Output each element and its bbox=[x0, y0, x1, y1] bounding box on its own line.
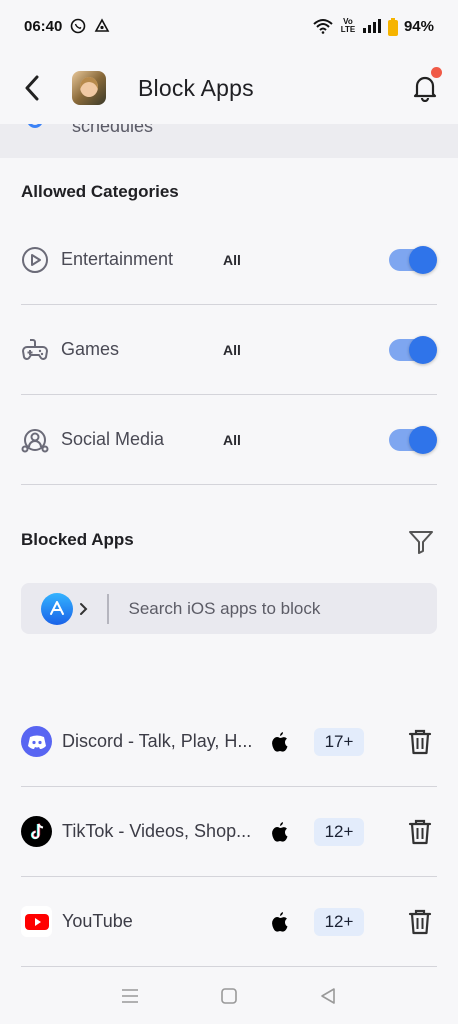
toggle-knob bbox=[409, 425, 437, 454]
category-toggle[interactable] bbox=[389, 245, 437, 274]
app-header: Block Apps bbox=[0, 52, 458, 124]
blocked-app-row-youtube: YouTube 12+ bbox=[21, 877, 437, 967]
people-icon bbox=[21, 426, 49, 454]
app-name: TikTok - Videos, Shop... bbox=[62, 821, 252, 841]
apple-icon bbox=[270, 731, 290, 753]
chevron-left-icon bbox=[25, 75, 39, 101]
network-label: Vo LTE bbox=[340, 17, 356, 34]
search-input[interactable] bbox=[128, 598, 369, 619]
apple-icon bbox=[270, 911, 290, 933]
youtube-icon bbox=[21, 906, 52, 937]
drive-icon bbox=[94, 18, 110, 34]
delete-button[interactable] bbox=[407, 908, 433, 936]
schedules-strip[interactable]: schedules bbox=[0, 124, 458, 158]
battery-percent: 94% bbox=[403, 17, 434, 35]
chevron-right-icon[interactable] bbox=[79, 602, 93, 616]
page-title: Block Apps bbox=[138, 74, 254, 101]
category-scope[interactable]: All bbox=[223, 432, 241, 448]
home-button[interactable] bbox=[217, 984, 241, 1008]
status-bar: 06:40 Vo LTE 94% bbox=[0, 0, 458, 52]
system-nav-bar bbox=[0, 968, 458, 1024]
blocked-app-row-discord: Discord - Talk, Play, H... 17+ bbox=[21, 697, 437, 787]
age-rating-badge: 12+ bbox=[314, 817, 364, 846]
category-row-games: Games All bbox=[21, 305, 437, 395]
category-toggle[interactable] bbox=[389, 335, 437, 364]
category-row-social-media: Social Media All bbox=[21, 395, 437, 485]
notification-dot bbox=[431, 67, 442, 78]
tiktok-icon bbox=[21, 816, 52, 847]
filter-button[interactable] bbox=[406, 527, 436, 557]
toggle-knob bbox=[409, 245, 437, 274]
discord-icon bbox=[21, 726, 52, 757]
back-nav-button[interactable] bbox=[316, 984, 340, 1008]
allowed-categories-title: Allowed Categories bbox=[21, 182, 179, 201]
category-name: Social Media bbox=[61, 429, 165, 449]
status-time: 06:40 bbox=[24, 17, 63, 35]
delete-button[interactable] bbox=[407, 728, 433, 756]
category-scope[interactable]: All bbox=[223, 342, 241, 358]
apple-icon bbox=[270, 821, 290, 843]
notifications-button[interactable] bbox=[410, 67, 442, 103]
search-divider bbox=[107, 593, 109, 624]
schedule-icon bbox=[27, 124, 43, 128]
app-store-icon[interactable] bbox=[41, 592, 73, 625]
toggle-knob bbox=[409, 335, 437, 364]
delete-button[interactable] bbox=[407, 818, 433, 846]
blocked-app-row-tiktok: TikTok - Videos, Shop... 12+ bbox=[21, 787, 437, 877]
back-button[interactable] bbox=[18, 74, 46, 102]
whatsapp-icon bbox=[70, 18, 86, 34]
blocked-apps-title: Blocked Apps bbox=[21, 530, 134, 549]
category-name: Games bbox=[61, 339, 120, 359]
avatar[interactable] bbox=[72, 71, 106, 105]
age-rating-badge: 17+ bbox=[314, 727, 364, 756]
square-icon bbox=[221, 988, 237, 1004]
recents-button[interactable] bbox=[118, 984, 142, 1008]
triangle-back-icon bbox=[321, 988, 336, 1004]
trash-icon bbox=[408, 909, 432, 934]
trash-icon bbox=[408, 819, 432, 844]
trash-icon bbox=[408, 729, 432, 754]
menu-lines-icon bbox=[121, 989, 138, 1003]
gamepad-icon bbox=[21, 336, 49, 364]
bell-icon bbox=[413, 76, 437, 102]
category-scope[interactable]: All bbox=[223, 252, 241, 268]
app-name: Discord - Talk, Play, H... bbox=[62, 731, 253, 751]
wifi-icon bbox=[312, 18, 334, 34]
category-name: Entertainment bbox=[61, 249, 174, 269]
category-toggle[interactable] bbox=[389, 425, 437, 454]
category-row-entertainment: Entertainment All bbox=[21, 215, 437, 305]
app-search-box bbox=[21, 583, 437, 634]
battery-icon bbox=[387, 18, 398, 36]
play-circle-icon bbox=[21, 246, 49, 274]
app-name: YouTube bbox=[62, 911, 133, 931]
filter-icon bbox=[409, 531, 433, 554]
signal-icon bbox=[362, 18, 382, 34]
age-rating-badge: 12+ bbox=[314, 907, 364, 936]
schedules-label: schedules bbox=[72, 124, 154, 136]
